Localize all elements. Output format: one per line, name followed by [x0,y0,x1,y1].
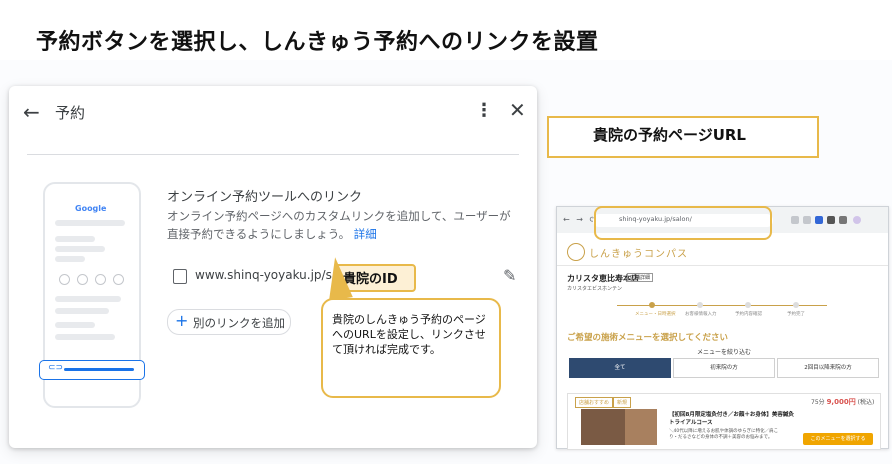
duration: 75分 [811,399,825,406]
phone-action-icon [95,274,106,285]
calendar-icon [173,269,187,284]
phone-line [55,236,95,242]
browser-ext-icon [791,216,799,224]
add-link-label: 別のリンクを追加 [193,316,285,330]
course-price: 75分 9,000円 (税込) [811,397,874,407]
new-tag: 新規 [613,397,632,408]
course-title: 【初回8月限定塩灸付き／お顔＋お身体】美容鍼灸トライアルコース [669,412,794,426]
salon-detail-badge[interactable]: 店舗詳細 [627,273,654,282]
tax-note: (税込) [857,399,875,406]
step-dot [649,302,655,308]
phone-line [55,296,121,302]
profile-avatar [853,216,861,224]
phone-line [55,256,85,262]
callout-text: 貴院のしんきゅう予約のページへのURLを設定し、リンクさせて頂ければ完成です。 [332,313,486,356]
google-logo: Google [75,204,107,213]
phone-search-bar [55,220,125,226]
browser-ext-icon [803,216,811,224]
slide-title: 予約ボタンを選択し、しんきゅう予約へのリンクを設置 [36,30,599,55]
menu-thumbnail [581,409,631,445]
brand-name: しんきゅうコンパス [589,249,688,260]
edit-pencil-icon[interactable]: ✎ [503,266,516,285]
step-dot [697,302,703,308]
more-vert-icon[interactable]: ⋮ [475,100,493,121]
link-icon: ⊂⊃ [48,363,64,373]
phone-action-icon [77,274,88,285]
phone-line [55,322,95,328]
tab-first-visit[interactable]: 初来院の方 [673,358,775,378]
phone-action-icon [59,274,70,285]
id-label: 貴院のID [343,272,398,287]
select-menu-button[interactable]: このメニューを選択する [803,433,873,445]
section-heading: オンライン予約ツールへのリンク [167,190,363,205]
address-highlight [594,206,772,240]
browser-ext-icon [827,216,835,224]
filter-label: メニューを絞り込む [697,349,752,356]
browser-ext-icon [839,216,847,224]
description-text: オンライン予約ページへのカスタムリンクを追加して、ユーザーが直接予約できるように… [167,209,511,241]
step-label: メニュー・日時選択 [635,312,676,317]
tab-repeat-visit[interactable]: 2回目以降来院の方 [777,358,879,378]
recommend-tag: 店舗おすすめ [575,397,614,408]
close-icon[interactable]: ✕ [509,98,526,122]
brand-logo [567,243,585,261]
link-line [64,368,134,371]
phone-line [55,308,109,314]
step-label: 予約内容確認 [735,312,762,317]
phone-action-icon [113,274,124,285]
section-description: オンライン予約ページへのカスタムリンクを追加して、ユーザーが直接予約できるように… [167,207,517,243]
divider [27,154,519,155]
tab-all[interactable]: 全て [569,358,671,378]
salon-kana: カリスタエビスホンテン [567,286,623,292]
step-label: お客様情報入力 [685,312,717,317]
phone-link-highlight: ⊂⊃ [39,360,145,380]
course-description: ＼40代以降に増えるお肌や体調のゆらぎに特化／肩こり・だるさなどの身体の不調＋美… [669,429,779,440]
arrow-back-icon[interactable]: ← [23,100,40,124]
step-dot [793,302,799,308]
plus-icon: + [175,311,189,330]
divider [557,265,888,266]
step-label: 予約完了 [787,312,805,317]
phone-line [55,246,105,252]
url-label-text: 貴院の予約ページURL [593,126,746,144]
booking-page-screenshot: ← → ⟳ shinq-yoyaku.jp/salon/ しんきゅうコンパス カ… [556,206,889,450]
menu-section-title: ご希望の施術メニューを選択してください [567,333,728,343]
menu-thumbnail [625,409,657,445]
phone-line [55,334,115,340]
price: 9,000円 [826,398,856,406]
dialog-title: 予約 [55,104,86,122]
details-link[interactable]: 詳細 [354,227,377,241]
step-dot [745,302,751,308]
browser-ext-icon [815,216,823,224]
